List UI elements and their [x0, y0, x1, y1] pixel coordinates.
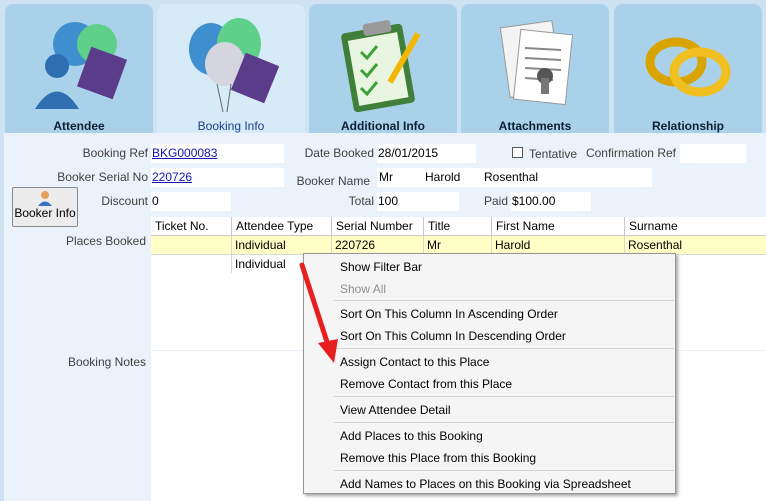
total-field[interactable]: 100: [377, 192, 459, 211]
column-header-title[interactable]: Title: [423, 217, 491, 235]
column-header-surname[interactable]: Surname: [624, 217, 766, 235]
booker-first-name: Harold: [425, 170, 461, 184]
clipboard-icon: [341, 20, 421, 113]
tab-attendee[interactable]: Attendee: [5, 4, 153, 133]
tentative-checkbox[interactable]: [512, 147, 523, 158]
person-icon: [38, 191, 52, 206]
tab-booking-info[interactable]: Booking Info: [157, 4, 305, 133]
paid-label: Paid: [483, 194, 508, 208]
cell-title: Mr: [423, 236, 491, 254]
booker-serial-field[interactable]: 220726: [151, 168, 284, 187]
booking-ref-link[interactable]: BKG000083: [152, 146, 217, 160]
booking-ref-label: Booking Ref: [82, 146, 148, 160]
cell-first-name: Harold: [491, 236, 624, 254]
cell-attendee-type: Individual: [231, 236, 331, 254]
booker-name-field[interactable]: Mr Harold Rosenthal: [377, 168, 652, 187]
booker-info-button[interactable]: Booker Info: [12, 187, 78, 227]
discount-field[interactable]: 0: [151, 192, 231, 211]
date-booked-label: Date Booked: [304, 146, 374, 160]
rings-icon: [645, 37, 731, 97]
cell-ticket: [151, 255, 231, 273]
menu-item-view-attendee-detail[interactable]: View Attendee Detail: [340, 401, 451, 419]
cell-serial: 220726: [331, 236, 423, 254]
menu-separator: [334, 348, 674, 349]
booker-name-label: Booker Name: [296, 174, 370, 188]
discount-label: Discount: [101, 194, 148, 208]
tab-label: Booking Info: [197, 119, 265, 133]
booker-serial-label: Booker Serial No: [57, 170, 148, 184]
column-header-serial[interactable]: Serial Number: [331, 217, 423, 235]
menu-item-remove-place[interactable]: Remove this Place from this Booking: [340, 449, 536, 467]
booker-last-name: Rosenthal: [484, 170, 539, 184]
cell-surname: Rosenthal: [624, 236, 766, 254]
booking-notes-label: Booking Notes: [67, 355, 146, 369]
menu-separator: [334, 300, 674, 301]
menu-separator: [334, 422, 674, 423]
menu-item-sort-descending[interactable]: Sort On This Column In Descending Order: [340, 327, 566, 345]
paid-field[interactable]: $100.00: [511, 192, 591, 211]
menu-separator: [334, 470, 674, 471]
tab-additional-info[interactable]: Additional Info: [309, 4, 457, 133]
booker-serial-link[interactable]: 220726: [152, 170, 192, 184]
attachment-documents-icon: [499, 20, 574, 106]
date-booked-field[interactable]: 28/01/2015: [377, 144, 476, 163]
attendee-icon: [35, 22, 128, 109]
grid-header: Ticket No. Attendee Type Serial Number T…: [151, 217, 766, 236]
confirmation-ref-field[interactable]: [680, 144, 746, 163]
booking-ref-field[interactable]: BKG000083: [151, 144, 284, 163]
cell-ticket: [151, 236, 231, 254]
total-label: Total: [348, 194, 374, 208]
confirmation-ref-label: Confirmation Ref: [585, 146, 676, 160]
booker-title: Mr: [379, 170, 393, 184]
tentative-label: Tentative: [529, 147, 578, 161]
places-booked-label: Places Booked: [65, 234, 146, 248]
tab-label: Attendee: [53, 119, 105, 133]
balloons-icon: [189, 18, 280, 113]
tab-label: Additional Info: [341, 119, 425, 133]
column-header-ticket[interactable]: Ticket No.: [151, 217, 231, 235]
tab-label: Attachments: [498, 119, 572, 133]
annotation-arrow-icon: [299, 262, 338, 363]
context-menu: Show Filter Bar Show All Sort On This Co…: [303, 253, 676, 494]
menu-item-remove-contact[interactable]: Remove Contact from this Place: [340, 375, 512, 393]
tab-bar: Attendee Booking Info Additional Info At…: [0, 0, 766, 133]
booker-info-label: Booker Info: [14, 206, 76, 220]
column-header-attendee-type[interactable]: Attendee Type: [231, 217, 331, 235]
table-row[interactable]: Individual 220726 Mr Harold Rosenthal: [151, 236, 766, 254]
menu-separator: [334, 396, 674, 397]
column-header-first-name[interactable]: First Name: [491, 217, 624, 235]
menu-item-assign-contact[interactable]: Assign Contact to this Place: [340, 353, 489, 371]
menu-item-sort-ascending[interactable]: Sort On This Column In Ascending Order: [340, 305, 558, 323]
menu-item-add-places[interactable]: Add Places to this Booking: [340, 427, 483, 445]
menu-item-add-names-spreadsheet[interactable]: Add Names to Places on this Booking via …: [340, 475, 631, 493]
tab-attachments[interactable]: Attachments: [461, 4, 609, 133]
tab-relationship[interactable]: Relationship: [614, 4, 762, 133]
tab-label: Relationship: [651, 119, 724, 133]
menu-item-show-filter-bar[interactable]: Show Filter Bar: [340, 258, 422, 276]
